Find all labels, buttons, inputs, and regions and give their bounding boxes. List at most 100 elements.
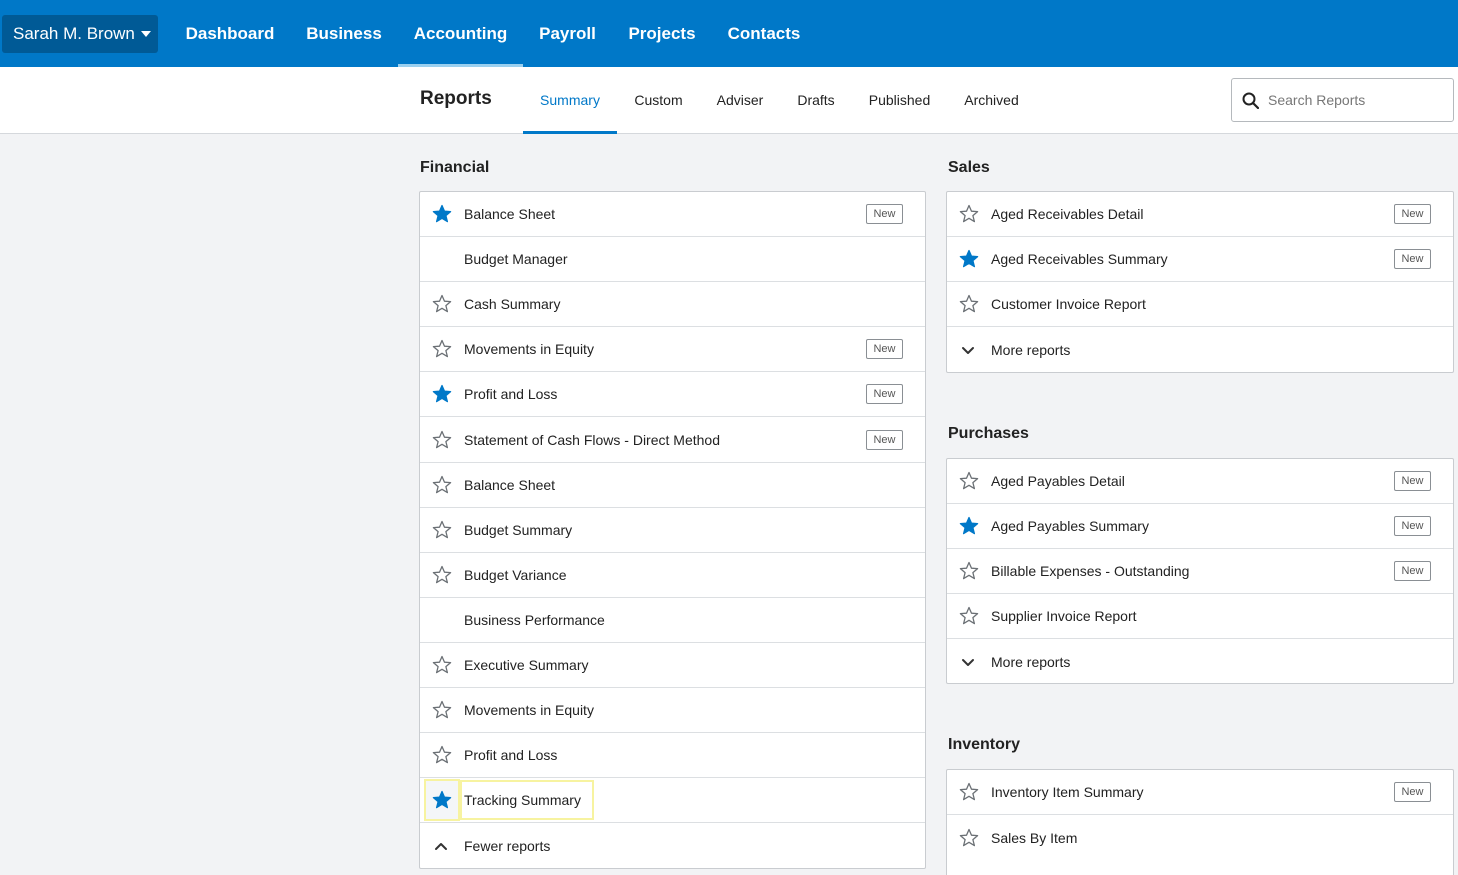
new-badge: New bbox=[866, 339, 903, 360]
report-row[interactable]: Tracking Summary bbox=[420, 778, 925, 824]
report-row[interactable]: Billable Expenses - Outstanding New bbox=[947, 549, 1453, 595]
star-outline-icon[interactable] bbox=[432, 745, 452, 765]
more-reports-toggle[interactable]: More reports bbox=[947, 327, 1453, 372]
star-outline-icon[interactable] bbox=[959, 471, 979, 491]
report-name[interactable]: Aged Receivables Detail bbox=[991, 206, 1144, 222]
report-name[interactable]: Tracking Summary bbox=[464, 792, 581, 808]
report-name[interactable]: Aged Receivables Summary bbox=[991, 251, 1168, 267]
report-name[interactable]: Budget Summary bbox=[464, 522, 572, 538]
nav-dashboard[interactable]: Dashboard bbox=[170, 0, 290, 67]
organisation-name: Sarah M. Brown bbox=[13, 24, 135, 43]
star-outline-icon[interactable] bbox=[432, 430, 452, 450]
new-badge: New bbox=[866, 384, 903, 405]
nav-contacts[interactable]: Contacts bbox=[712, 0, 816, 67]
organisation-menu[interactable]: Sarah M. Brown bbox=[2, 15, 158, 53]
report-name[interactable]: Billable Expenses - Outstanding bbox=[991, 563, 1189, 579]
tab-archived[interactable]: Archived bbox=[951, 67, 1032, 133]
star-filled-icon[interactable] bbox=[432, 384, 452, 404]
report-row[interactable]: Inventory Item Summary New bbox=[947, 770, 1453, 816]
report-name[interactable]: Supplier Invoice Report bbox=[991, 608, 1137, 624]
tab-published[interactable]: Published bbox=[857, 67, 942, 133]
star-outline-icon[interactable] bbox=[432, 475, 452, 495]
new-badge: New bbox=[866, 204, 903, 225]
report-name[interactable]: Profit and Loss bbox=[464, 747, 557, 763]
star-filled-icon[interactable] bbox=[432, 790, 452, 810]
report-row[interactable]: Movements in Equity bbox=[420, 688, 925, 734]
report-row[interactable]: Profit and Loss New bbox=[420, 372, 925, 418]
star-filled-icon[interactable] bbox=[432, 204, 452, 224]
report-row[interactable]: Cash Summary bbox=[420, 282, 925, 328]
new-badge: New bbox=[1394, 204, 1431, 225]
search-box[interactable] bbox=[1231, 78, 1454, 122]
new-badge: New bbox=[1394, 471, 1431, 492]
report-row[interactable]: Aged Payables Detail New bbox=[947, 459, 1453, 505]
toggle-label[interactable]: More reports bbox=[991, 342, 1070, 358]
toggle-label[interactable]: Fewer reports bbox=[464, 838, 550, 854]
report-row[interactable]: Aged Receivables Summary New bbox=[947, 237, 1453, 283]
report-name[interactable]: Cash Summary bbox=[464, 296, 560, 312]
nav-payroll[interactable]: Payroll bbox=[523, 0, 612, 67]
report-name[interactable]: Budget Variance bbox=[464, 567, 566, 583]
star-filled-icon[interactable] bbox=[959, 516, 979, 536]
tab-custom[interactable]: Custom bbox=[620, 67, 697, 133]
report-row[interactable]: Profit and Loss bbox=[420, 733, 925, 779]
star-outline-icon[interactable] bbox=[432, 520, 452, 540]
nav-accounting[interactable]: Accounting bbox=[398, 0, 523, 67]
report-name[interactable]: Balance Sheet bbox=[464, 477, 555, 493]
report-name[interactable]: Movements in Equity bbox=[464, 341, 594, 357]
report-row[interactable]: Executive Summary bbox=[420, 643, 925, 689]
report-row[interactable]: Aged Payables Summary New bbox=[947, 504, 1453, 550]
report-row[interactable]: Supplier Invoice Report bbox=[947, 594, 1453, 640]
nav-business[interactable]: Business bbox=[290, 0, 398, 67]
report-name[interactable]: Balance Sheet bbox=[464, 206, 555, 222]
report-name[interactable]: Sales By Item bbox=[991, 830, 1077, 846]
star-outline-icon[interactable] bbox=[432, 294, 452, 314]
star-outline-icon[interactable] bbox=[432, 339, 452, 359]
star-outline-icon[interactable] bbox=[959, 606, 979, 626]
more-reports-toggle[interactable]: More reports bbox=[947, 639, 1453, 684]
report-row[interactable]: Business Performance bbox=[420, 598, 925, 643]
star-outline-icon[interactable] bbox=[959, 204, 979, 224]
tab-drafts[interactable]: Drafts bbox=[785, 67, 847, 133]
star-outline-icon[interactable] bbox=[959, 294, 979, 314]
star-outline-icon[interactable] bbox=[432, 655, 452, 675]
star-filled-icon[interactable] bbox=[959, 249, 979, 269]
new-badge: New bbox=[1394, 782, 1431, 803]
tab-summary[interactable]: Summary bbox=[523, 67, 617, 134]
report-row[interactable]: Statement of Cash Flows - Direct Method N… bbox=[420, 417, 925, 463]
report-row[interactable]: Aged Receivables Detail New bbox=[947, 192, 1453, 238]
purchases-reports-card: Aged Payables Detail New Aged Payables Sum… bbox=[946, 458, 1454, 684]
report-name[interactable]: Aged Payables Detail bbox=[991, 473, 1125, 489]
report-row[interactable]: Budget Variance bbox=[420, 553, 925, 598]
fewer-reports-toggle[interactable]: Fewer reports bbox=[420, 823, 925, 868]
star-outline-icon[interactable] bbox=[959, 782, 979, 802]
star-outline-icon[interactable] bbox=[959, 561, 979, 581]
star-outline-icon[interactable] bbox=[432, 700, 452, 720]
tab-adviser[interactable]: Adviser bbox=[703, 67, 777, 133]
report-name[interactable]: Business Performance bbox=[464, 612, 605, 628]
report-row[interactable]: Movements in Equity New bbox=[420, 327, 925, 373]
toggle-label[interactable]: More reports bbox=[991, 654, 1070, 670]
star-outline-icon[interactable] bbox=[432, 565, 452, 585]
report-name[interactable]: Statement of Cash Flows - Direct Method bbox=[464, 432, 720, 448]
report-name[interactable]: Profit and Loss bbox=[464, 386, 557, 402]
report-name[interactable]: Movements in Equity bbox=[464, 702, 594, 718]
search-input[interactable] bbox=[1268, 92, 1438, 108]
report-name[interactable]: Inventory Item Summary bbox=[991, 784, 1144, 800]
report-row[interactable]: Customer Invoice Report bbox=[947, 282, 1453, 328]
inventory-reports-card: Inventory Item Summary New Sales By Item bbox=[946, 769, 1454, 875]
report-row[interactable]: Budget Summary bbox=[420, 508, 925, 553]
report-row[interactable]: Balance Sheet bbox=[420, 463, 925, 508]
report-name[interactable]: Aged Payables Summary bbox=[991, 518, 1149, 534]
report-name[interactable]: Executive Summary bbox=[464, 657, 588, 673]
new-badge: New bbox=[1394, 561, 1431, 582]
page-title: Reports bbox=[420, 88, 492, 109]
top-navigation: Sarah M. Brown Dashboard Business Accoun… bbox=[0, 0, 1458, 67]
report-row[interactable]: Budget Manager bbox=[420, 237, 925, 283]
nav-projects[interactable]: Projects bbox=[612, 0, 712, 67]
star-outline-icon[interactable] bbox=[959, 828, 979, 848]
report-name[interactable]: Budget Manager bbox=[464, 251, 568, 267]
report-name[interactable]: Customer Invoice Report bbox=[991, 296, 1146, 312]
report-row[interactable]: Sales By Item bbox=[947, 815, 1453, 860]
report-row[interactable]: Balance Sheet New bbox=[420, 192, 925, 238]
